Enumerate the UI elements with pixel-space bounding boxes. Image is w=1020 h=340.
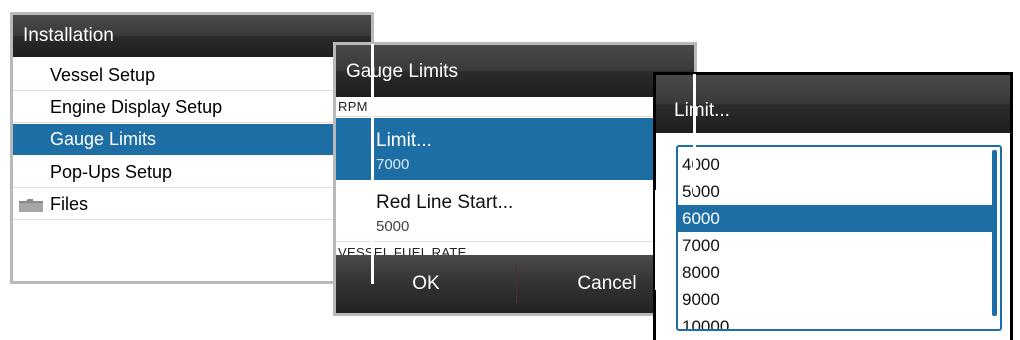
connector-line (371, 44, 374, 284)
limit-setting[interactable]: Limit... 7000 (336, 118, 694, 180)
menu-item-pop-ups-setup[interactable]: Pop-Ups Setup (13, 157, 371, 188)
installation-panel: Installation Vessel Setup Engine Display… (10, 12, 374, 284)
menu-item-gauge-limits[interactable]: Gauge Limits (13, 124, 371, 155)
limit-dialog: Limit... 4000 5000 6000 7000 8000 9000 1… (653, 72, 1013, 340)
section-rpm: RPM (338, 99, 368, 114)
menu-item-files-label: Files (50, 194, 89, 214)
red-line-start-value: 5000 (376, 218, 410, 235)
limit-setting-label: Limit... (376, 130, 432, 151)
limit-setting-value: 7000 (376, 156, 410, 173)
option-5000[interactable]: 5000 (678, 178, 1000, 205)
option-6000[interactable]: 6000 (678, 205, 992, 232)
connector-line (693, 74, 696, 194)
connector-line (655, 190, 658, 290)
red-line-start-setting[interactable]: Red Line Start... 5000 (336, 180, 694, 242)
limit-dialog-title: Limit... (656, 75, 1010, 133)
folder-icon (19, 199, 43, 212)
menu-item-engine-display-setup[interactable]: Engine Display Setup (13, 92, 371, 123)
menu-item-files[interactable]: Files (13, 189, 371, 220)
option-8000[interactable]: 8000 (678, 259, 1000, 286)
gauge-limits-title: Gauge Limits (336, 45, 694, 97)
ok-button[interactable]: OK (336, 255, 516, 313)
red-line-start-label: Red Line Start... (376, 192, 514, 213)
list-scrollbar[interactable] (992, 150, 997, 316)
menu-item-vessel-setup[interactable]: Vessel Setup (13, 60, 371, 91)
option-4000[interactable]: 4000 (678, 151, 1000, 178)
option-7000[interactable]: 7000 (678, 232, 1000, 259)
option-9000[interactable]: 9000 (678, 286, 1000, 313)
limit-options-list[interactable]: 4000 5000 6000 7000 8000 9000 10000 (676, 145, 1002, 331)
gauge-limits-panel: Gauge Limits RPM Limit... 7000 Red Line … (333, 42, 697, 316)
installation-title: Installation (13, 15, 371, 57)
dialog-button-bar: OK Cancel (336, 255, 694, 313)
option-10000[interactable]: 10000 (678, 313, 1000, 329)
